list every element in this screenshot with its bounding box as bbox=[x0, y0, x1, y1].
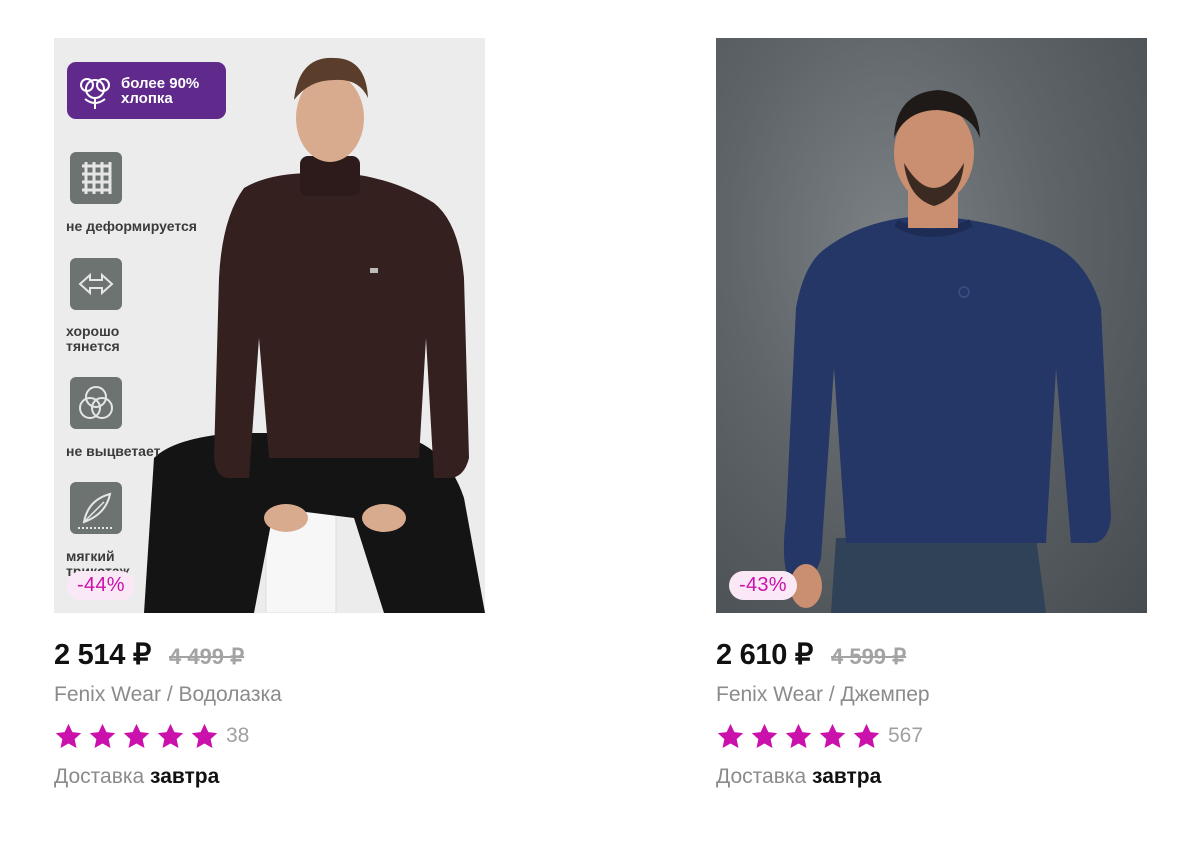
star-icon bbox=[852, 722, 881, 751]
weave-icon bbox=[70, 152, 122, 204]
star-icon bbox=[716, 722, 745, 751]
current-price: 2 610 ₽ bbox=[716, 639, 813, 671]
feature-label-3: не выцветает bbox=[66, 443, 161, 459]
feature-label-2-line-2: тянется bbox=[66, 338, 120, 354]
feather-icon bbox=[70, 482, 122, 534]
star-icon bbox=[156, 722, 185, 751]
star-icon bbox=[784, 722, 813, 751]
discount-badge: -43% bbox=[729, 571, 797, 600]
star-icon bbox=[88, 722, 117, 751]
product-image[interactable]: -43% bbox=[716, 38, 1147, 613]
star-icon bbox=[122, 722, 151, 751]
star-icon bbox=[54, 722, 83, 751]
cotton-flower-icon bbox=[80, 77, 110, 109]
rating: 38 bbox=[54, 721, 485, 751]
delivery-info: Доставка завтра bbox=[716, 765, 1147, 789]
delivery-day: завтра bbox=[150, 765, 220, 788]
product-card-turtleneck[interactable]: более 90% хлопка не деформируется хорошо… bbox=[54, 38, 485, 789]
price-row: 2 610 ₽ 4 599 ₽ bbox=[716, 637, 1147, 673]
review-count: 38 bbox=[226, 724, 250, 747]
star-icon bbox=[818, 722, 847, 751]
old-price: 4 499 ₽ bbox=[168, 644, 245, 669]
feature-label-2: хорошо тянется bbox=[66, 324, 120, 354]
product-image[interactable]: более 90% хлопка не деформируется хорошо… bbox=[54, 38, 485, 613]
delivery-info: Доставка завтра bbox=[54, 765, 485, 789]
feature-label-4-line-1: мягкий bbox=[66, 548, 115, 564]
star-icon bbox=[190, 722, 219, 751]
model-photo-jumper bbox=[783, 90, 1111, 613]
badge-line-2: хлопка bbox=[121, 89, 173, 107]
star-icon bbox=[750, 722, 779, 751]
feature-label-1: не деформируется bbox=[66, 218, 197, 234]
badge-line-1: более 90% bbox=[121, 74, 200, 92]
delivery-day: завтра bbox=[812, 765, 882, 788]
stretch-arrows-icon bbox=[70, 258, 122, 310]
product-card-jumper[interactable]: -43% 2 610 ₽ 4 599 ₽ Fenix Wear / Джемпе… bbox=[716, 38, 1147, 789]
rating: 567 bbox=[716, 721, 1147, 751]
product-title[interactable]: Fenix Wear / Водолазка bbox=[54, 683, 485, 707]
old-price: 4 599 ₽ bbox=[830, 644, 907, 669]
product-title[interactable]: Fenix Wear / Джемпер bbox=[716, 683, 1147, 707]
feature-label-2-line-1: хорошо bbox=[66, 323, 120, 339]
price-row: 2 514 ₽ 4 499 ₽ bbox=[54, 637, 485, 673]
color-circles-icon bbox=[70, 377, 122, 429]
review-count: 567 bbox=[888, 724, 924, 747]
cotton-badge: более 90% хлопка bbox=[67, 62, 226, 119]
discount-badge: -44% bbox=[67, 571, 135, 600]
delivery-label: Доставка bbox=[54, 765, 145, 788]
current-price: 2 514 ₽ bbox=[54, 639, 151, 671]
delivery-label: Доставка bbox=[716, 765, 807, 788]
